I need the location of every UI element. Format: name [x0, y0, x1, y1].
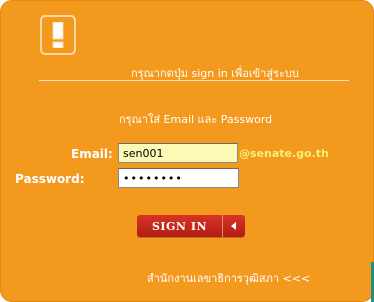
signin-button[interactable]: SIGN IN: [137, 215, 245, 237]
exclamation-warning-icon: [40, 15, 76, 55]
form-instruction: กรุณาใส่ Email และ Password: [119, 113, 273, 126]
password-field[interactable]: [118, 168, 239, 188]
email-field[interactable]: [118, 143, 238, 163]
email-label: Email:: [71, 147, 113, 161]
divider: [39, 80, 349, 81]
login-panel: กรุณากดปุ่ม sign in เพื่อเข้าสู่ระบบ กรุ…: [0, 0, 374, 302]
senate-secretariat-link[interactable]: สำนักงานเลขาธิการวุฒิสภา <<<: [147, 269, 310, 287]
exclamation-mark-icon: [52, 22, 64, 48]
caret-left-icon[interactable]: [223, 215, 245, 237]
signin-label[interactable]: SIGN IN: [137, 215, 222, 237]
password-label: Password:: [15, 172, 85, 186]
email-domain-suffix: @senate.go.th: [239, 147, 329, 160]
